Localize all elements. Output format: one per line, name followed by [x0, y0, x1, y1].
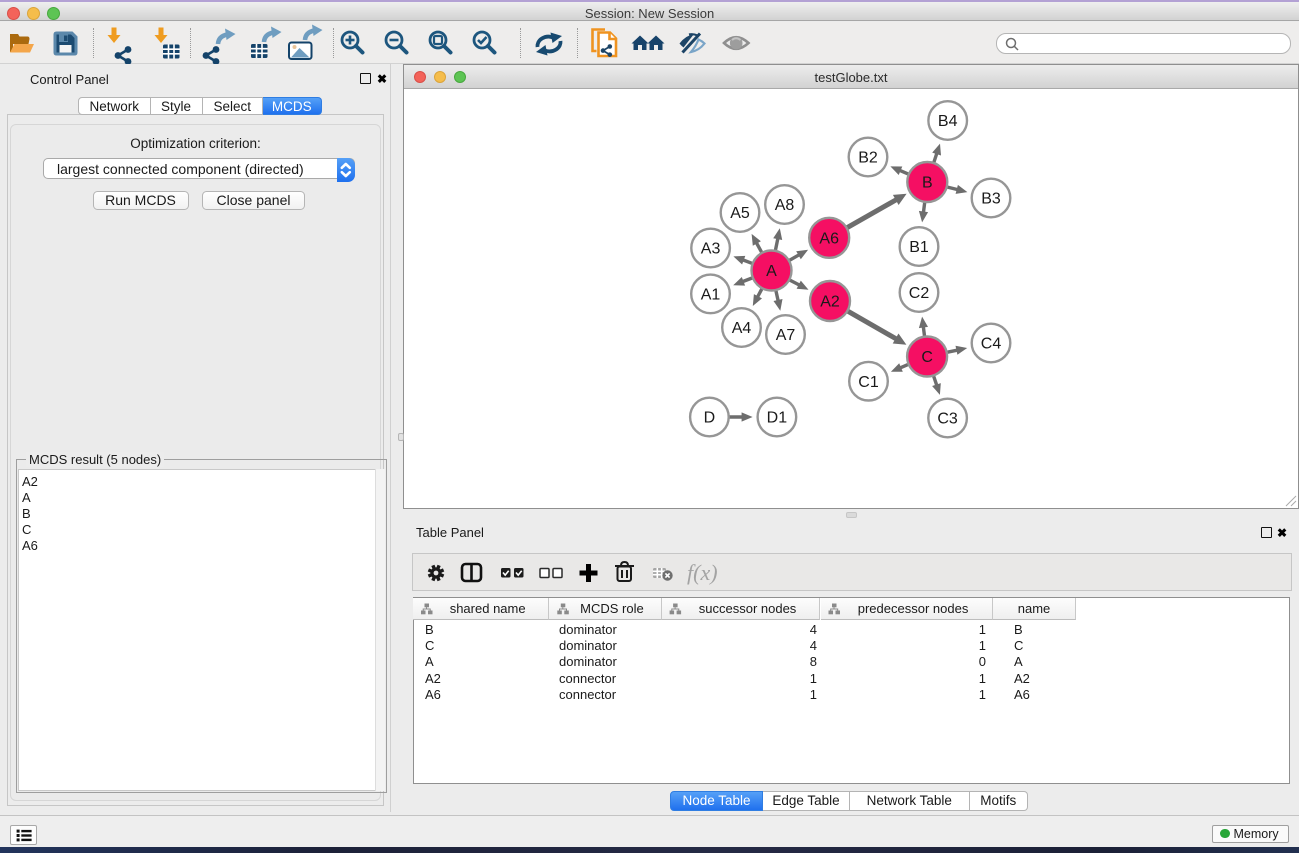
svg-text:A: A: [766, 263, 777, 280]
svg-text:A5: A5: [730, 205, 750, 222]
svg-text:C4: C4: [981, 336, 1002, 353]
svg-text:A1: A1: [701, 287, 721, 304]
svg-text:B: B: [922, 175, 933, 192]
svg-text:A4: A4: [732, 320, 752, 337]
svg-text:C: C: [921, 349, 933, 366]
svg-text:C3: C3: [937, 411, 958, 428]
svg-text:A7: A7: [776, 327, 796, 344]
svg-text:D1: D1: [767, 410, 788, 427]
svg-text:B2: B2: [858, 150, 878, 167]
svg-text:B4: B4: [938, 113, 958, 130]
svg-text:A3: A3: [701, 241, 721, 258]
svg-text:f(x): f(x): [687, 560, 718, 585]
svg-text:D: D: [704, 410, 716, 427]
svg-text:A8: A8: [775, 197, 795, 214]
svg-text:C1: C1: [858, 374, 879, 391]
svg-text:C2: C2: [909, 285, 930, 302]
svg-text:B3: B3: [981, 191, 1001, 208]
svg-text:A2: A2: [820, 294, 840, 311]
svg-text:A6: A6: [819, 230, 839, 247]
svg-text:B1: B1: [909, 239, 929, 256]
